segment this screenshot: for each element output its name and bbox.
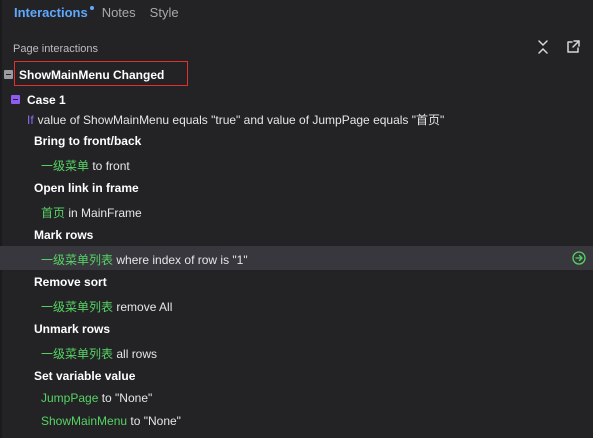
action-rest: all rows [113, 347, 158, 361]
action-title-row[interactable]: Unmark rows [0, 318, 593, 341]
action-detail-row[interactable]: 一级菜单 to front [0, 153, 593, 176]
popout-icon[interactable] [565, 39, 581, 55]
event-row[interactable]: ShowMainMenu Changed [3, 61, 588, 86]
action-target: 一级菜单 [41, 159, 90, 173]
tab-style[interactable]: Style [150, 5, 179, 20]
action-detail-row[interactable]: 一级菜单列表 remove All [0, 294, 593, 317]
action-title-row[interactable]: Open link in frame [0, 177, 593, 200]
action-rest: in MainFrame [65, 206, 142, 220]
action-target: 一级菜单列表 [41, 347, 114, 361]
tab-style-label: Style [149, 5, 179, 20]
action-detail-row[interactable]: JumpPage to "None" [0, 387, 593, 410]
action-title: Unmark rows [34, 322, 111, 336]
action-target: JumpPage [41, 391, 99, 405]
header-actions [535, 39, 581, 55]
action-title-row[interactable]: Set variable value [0, 365, 593, 388]
action-detail: JumpPage to "None" [41, 391, 152, 405]
action-detail-row[interactable]: 一级菜单列表 all rows [0, 341, 593, 364]
action-detail-row-selected[interactable]: 一级菜单列表 where index of row is "1" [0, 246, 593, 270]
tab-bar: Interactions Notes Style [14, 5, 179, 20]
action-rest: remove All [113, 300, 173, 314]
event-collapse-toggle[interactable] [4, 70, 13, 79]
action-detail: 一级菜单 to front [41, 157, 130, 174]
action-detail: ShowMainMenu to "None" [41, 414, 181, 428]
interactions-panel: Interactions Notes Style Page interactio… [0, 0, 593, 438]
action-title: Bring to front/back [34, 134, 142, 148]
action-target: 一级菜单列表 [41, 300, 114, 314]
action-title: Mark rows [34, 228, 94, 242]
action-rest: where index of row is "1" [113, 253, 248, 267]
action-title-row[interactable]: Remove sort [0, 271, 593, 294]
section-title: Page interactions [13, 43, 98, 55]
action-title: Remove sort [34, 275, 107, 289]
tab-notes[interactable]: Notes [102, 5, 136, 20]
action-detail: 首页 in MainFrame [41, 204, 142, 221]
action-target: ShowMainMenu [41, 414, 128, 428]
action-title-row[interactable]: Bring to front/back [0, 130, 593, 153]
action-rest: to front [89, 159, 130, 173]
action-detail: 一级菜单列表 remove All [41, 298, 172, 315]
tab-notes-label: Notes [101, 5, 136, 20]
action-rest: to "None" [98, 391, 153, 405]
action-rest: to "None" [127, 414, 181, 428]
tab-interactions[interactable]: Interactions [14, 5, 94, 20]
collapse-all-icon[interactable] [535, 39, 551, 55]
action-detail-row[interactable]: 首页 in MainFrame [0, 200, 593, 223]
event-label: ShowMainMenu Changed [19, 68, 165, 82]
action-detail: 一级菜单列表 where index of row is "1" [41, 251, 248, 268]
action-target: 一级菜单列表 [41, 253, 114, 267]
action-target: 首页 [41, 206, 66, 220]
active-tab-dot [89, 6, 94, 10]
arrow-circle-right-icon[interactable] [572, 251, 586, 265]
tab-interactions-label: Interactions [14, 5, 88, 20]
action-title: Open link in frame [34, 181, 139, 195]
case-condition[interactable]: If value of ShowMainMenu equals "true" an… [27, 111, 444, 128]
condition-keyword: If [27, 113, 34, 127]
case-collapse-toggle[interactable] [11, 95, 20, 104]
action-title: Set variable value [34, 369, 136, 383]
action-detail-row[interactable]: ShowMainMenu to "None" [0, 410, 593, 433]
action-title-row[interactable]: Mark rows [0, 224, 593, 247]
action-detail: 一级菜单列表 all rows [41, 345, 157, 362]
condition-text: value of ShowMainMenu equals "true" and … [37, 113, 445, 127]
case-label: Case 1 [27, 93, 66, 107]
